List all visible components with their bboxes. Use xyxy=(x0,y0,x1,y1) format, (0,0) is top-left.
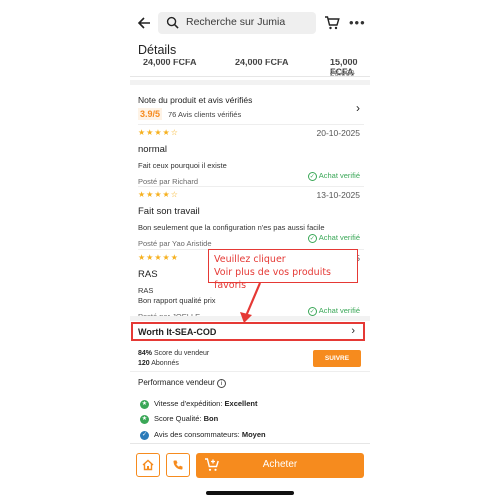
metric-label: Avis des consommateurs: xyxy=(154,430,242,439)
review-date: 20-10-2025 xyxy=(316,128,360,138)
divider xyxy=(138,186,364,187)
metric-shipping-speed: ★ Vitesse d'expédition: Excellent xyxy=(140,399,257,409)
metric-quality-score: ★ Score Qualité: Bon xyxy=(140,414,218,424)
check-circle-icon: ✓ xyxy=(307,234,317,243)
related-prices-strip: 24,000 FCFA 24,000 FCFA 15,000 FCFA 28,0… xyxy=(130,59,370,77)
search-placeholder: Recherche sur Jumia xyxy=(186,16,286,28)
performance-title: Performance vendeur xyxy=(138,378,215,387)
price-1: 24,000 FCFA xyxy=(143,59,197,67)
chevron-right-icon[interactable]: › xyxy=(356,101,360,115)
verified-purchase: ✓ Achat verifié xyxy=(307,306,360,316)
seller-row[interactable]: Worth It-SEA-COD › xyxy=(131,322,365,341)
rating-summary[interactable]: Note du produit et avis vérifiés 3.9/5 7… xyxy=(138,95,364,123)
metric-label: Vitesse d'expédition: xyxy=(154,399,225,408)
review-title: normal xyxy=(138,144,168,155)
seller-score-label: Score du vendeur xyxy=(152,350,210,357)
verified-purchase: ✓ Achat verifié xyxy=(307,171,360,181)
call-button[interactable] xyxy=(166,453,190,477)
phone-icon xyxy=(173,460,183,470)
review-title: Fait son travail xyxy=(138,206,200,217)
bottom-action-bar: Acheter xyxy=(130,443,370,483)
check-circle-icon: ✓ xyxy=(307,307,317,316)
verified-label: Achat verifié xyxy=(318,306,360,315)
chevron-right-icon[interactable]: › xyxy=(351,325,355,337)
seller-score-value: 84% xyxy=(138,350,153,357)
annotation-arrow-icon xyxy=(240,282,262,323)
page-title: Détails xyxy=(138,43,177,57)
review-body: Fait ceux pourquoi il existe xyxy=(138,161,227,170)
annotation-callout: Veuillez cliquer Voir plus de vos produi… xyxy=(208,249,358,291)
section-divider xyxy=(130,80,370,85)
followers-value: 120 xyxy=(138,360,150,367)
review-body: Bon seulement que la configuration n'es … xyxy=(138,223,325,232)
top-bar: Recherche sur Jumia ••• xyxy=(130,8,370,38)
metric-label: Score Qualité: xyxy=(154,414,204,423)
cart-icon[interactable] xyxy=(324,15,340,31)
old-price-3: 28,000 FCFA xyxy=(330,69,355,77)
metric-customer-reviews: ✓ Avis des consommateurs: Moyen xyxy=(140,430,266,440)
verified-label: Achat verifié xyxy=(318,233,360,242)
divider xyxy=(138,124,364,125)
metric-value: Excellent xyxy=(224,399,258,408)
buy-button[interactable]: Acheter xyxy=(196,453,364,478)
check-circle-icon: ✓ xyxy=(307,172,317,181)
back-arrow-icon[interactable] xyxy=(136,15,152,31)
metric-value: Bon xyxy=(203,414,219,423)
verified-label: Achat verifié xyxy=(318,171,360,180)
more-options-icon[interactable]: ••• xyxy=(349,16,366,29)
check-badge-icon: ✓ xyxy=(140,430,149,440)
rating-heading: Note du produit et avis vérifiés xyxy=(138,95,253,105)
home-indicator xyxy=(206,491,294,495)
store-home-button[interactable] xyxy=(136,453,160,477)
seller-name: Worth It-SEA-COD xyxy=(138,327,217,337)
review-item: ★★★★☆ 13-10-2025 Fait son travail Bon se… xyxy=(138,190,364,248)
seller-stats: 84% Score du vendeur 120 Abonnés xyxy=(138,349,209,369)
search-icon xyxy=(166,16,179,29)
star-badge-icon: ★ xyxy=(140,399,149,409)
star-badge-icon: ★ xyxy=(140,414,149,424)
review-date: 13-10-2025 xyxy=(316,190,360,200)
price-2: 24,000 FCFA xyxy=(235,59,289,67)
annotation-line-2: Voir plus de vos produits favoris xyxy=(214,267,332,291)
annotation-line-1: Veuillez cliquer xyxy=(214,254,286,265)
review-item: ★★★★☆ 20-10-2025 normal Fait ceux pourqu… xyxy=(138,128,364,186)
buy-label: Acheter xyxy=(262,459,298,470)
info-icon[interactable]: i xyxy=(216,379,226,388)
search-input[interactable]: Recherche sur Jumia xyxy=(158,12,316,34)
home-icon xyxy=(142,459,154,471)
seller-performance-title: Performance vendeur i xyxy=(138,378,226,388)
followers-label: Abonnés xyxy=(149,360,179,367)
rating-score: 3.9/5 xyxy=(138,108,163,120)
verified-purchase: ✓ Achat verifié xyxy=(307,233,360,243)
follow-button[interactable]: SUIVRE xyxy=(313,350,361,367)
metric-value: Moyen xyxy=(241,430,266,439)
divider xyxy=(130,371,370,372)
rating-count: 76 Avis clients vérifiés xyxy=(168,110,242,119)
